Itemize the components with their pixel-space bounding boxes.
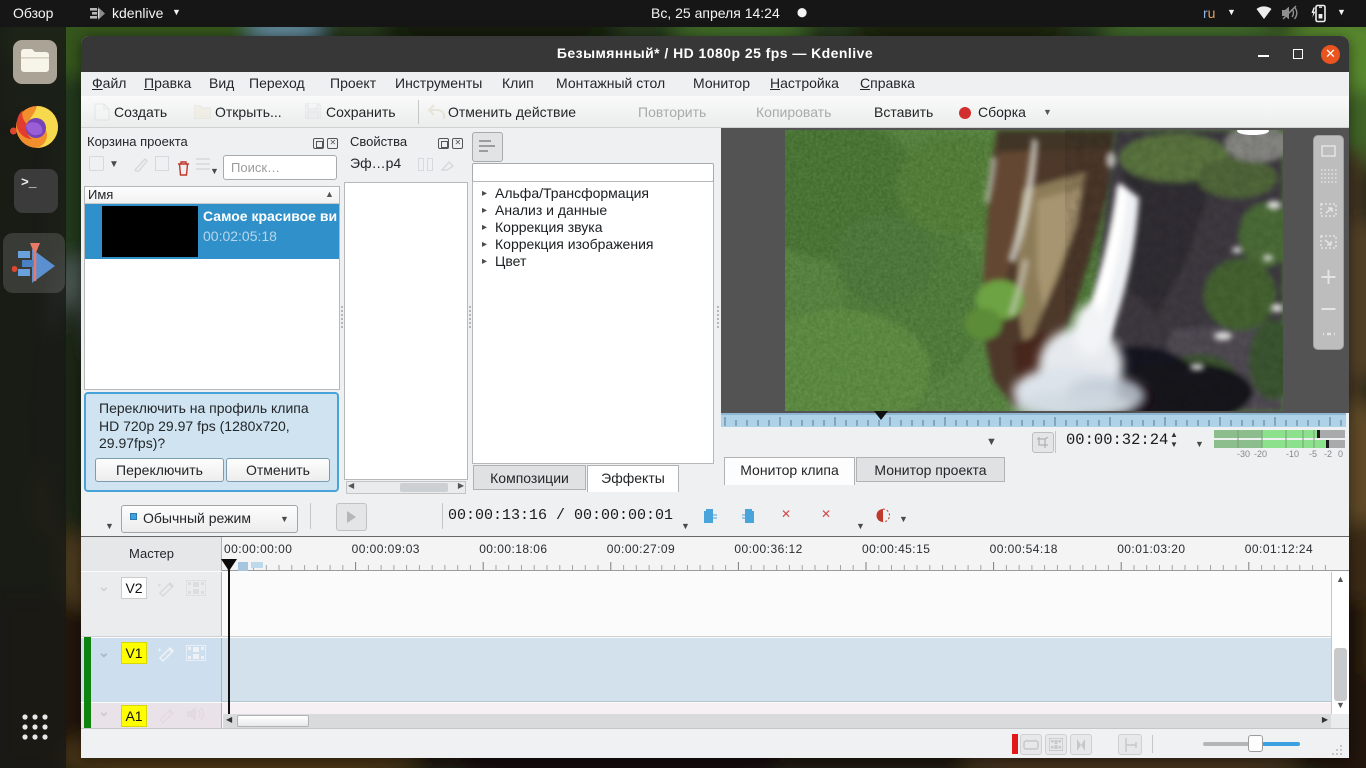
svg-text:-20: -20 bbox=[1254, 449, 1267, 458]
svg-text:-30: -30 bbox=[1237, 449, 1250, 458]
svg-text:-5: -5 bbox=[1309, 449, 1317, 458]
svg-text:-2: -2 bbox=[1324, 449, 1332, 458]
svg-text:-10: -10 bbox=[1286, 449, 1299, 458]
svg-text:>_: >_ bbox=[21, 175, 37, 190]
svg-text:0: 0 bbox=[1338, 449, 1343, 458]
